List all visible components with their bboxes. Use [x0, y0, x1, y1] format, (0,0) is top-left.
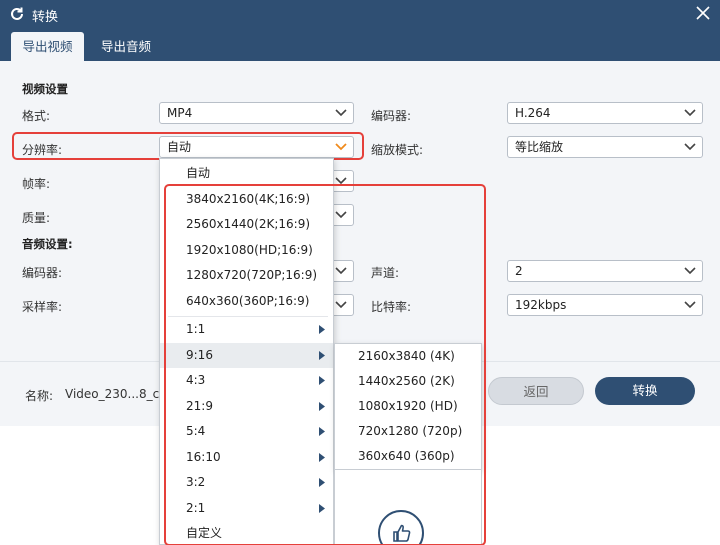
video-encoder-value: H.264 [515, 106, 551, 120]
chevron-down-icon [684, 301, 696, 309]
frame-rate-label: 帧率: [22, 177, 51, 191]
channel-value: 2 [515, 264, 523, 278]
format-select[interactable]: MP4 [159, 102, 354, 124]
chevron-down-icon [684, 267, 696, 275]
dropdown-item[interactable]: 640x360(360P;16:9) [160, 289, 333, 315]
convert-dialog: 转换 导出视频 导出音频 视频设置 格式: MP4 编码器: H.264 分辨率… [0, 0, 720, 545]
tab-export-audio[interactable]: 导出音频 [91, 32, 161, 61]
dropdown-ratio-item[interactable]: 21:9 [160, 394, 333, 420]
audio-settings-title: 音频设置: [22, 237, 73, 251]
window-title: 转换 [32, 10, 59, 25]
dropdown-item[interactable]: 1280x720(720P;16:9) [160, 263, 333, 289]
dropdown-ratio-item[interactable]: 3:2 [160, 470, 333, 496]
zoom-mode-label: 缩放模式: [371, 143, 424, 157]
back-button[interactable]: 返回 [488, 377, 584, 405]
name-value: Video_230...8_c [65, 387, 160, 401]
chevron-down-icon [684, 143, 696, 151]
dropdown-item[interactable]: 1920x1080(HD;16:9) [160, 238, 333, 264]
dropdown-item[interactable]: 3840x2160(4K;16:9) [160, 187, 333, 213]
dropdown-item[interactable]: 2560x1440(2K;16:9) [160, 212, 333, 238]
video-encoder-select[interactable]: H.264 [507, 102, 703, 124]
chevron-right-icon [319, 376, 325, 385]
title-bar: 转换 [0, 0, 720, 30]
ratio-label: 3:2 [186, 475, 206, 489]
quality-label: 质量: [22, 211, 51, 225]
chevron-right-icon [319, 478, 325, 487]
format-value: MP4 [167, 106, 193, 120]
chevron-right-icon [319, 350, 325, 360]
chevron-down-icon [335, 211, 347, 219]
submenu-item[interactable]: 1440x2560 (2K) [335, 369, 481, 394]
bitrate-select[interactable]: 192kbps [507, 294, 703, 316]
ratio-label: 1:1 [186, 322, 206, 336]
submenu-item[interactable]: 720x1280 (720p) [335, 419, 481, 444]
ratio-label: 9:16 [186, 347, 213, 362]
bitrate-label: 比特率: [371, 300, 412, 314]
resolution-dropdown: 自动 3840x2160(4K;16:9) 2560x1440(2K;16:9)… [159, 158, 334, 545]
chevron-down-icon [335, 301, 347, 309]
submenu-item[interactable]: 360x640 (360p) [335, 444, 481, 469]
chevron-right-icon [319, 325, 325, 334]
chevron-right-icon [319, 427, 325, 436]
video-settings-title: 视频设置 [22, 82, 68, 96]
chevron-down-icon [335, 267, 347, 275]
dropdown-ratio-item[interactable]: 9:16 [160, 342, 333, 368]
ratio-submenu: 2160x3840 (4K) 1440x2560 (2K) 1080x1920 … [334, 343, 482, 470]
ratio-label: 2:1 [186, 500, 206, 515]
dropdown-ratio-item[interactable]: 1:1 [160, 317, 333, 343]
resolution-select[interactable]: 自动 [159, 136, 354, 158]
chevron-down-icon [335, 177, 347, 185]
ratio-label: 16:10 [186, 449, 221, 464]
tab-export-video[interactable]: 导出视频 [11, 32, 84, 61]
chevron-right-icon [319, 452, 325, 462]
convert-button[interactable]: 转换 [595, 377, 695, 405]
video-encoder-label: 编码器: [371, 109, 412, 123]
dropdown-ratio-item[interactable]: 2:1 [160, 496, 333, 522]
submenu-item[interactable]: 1080x1920 (HD) [335, 394, 481, 419]
chevron-right-icon [319, 503, 325, 513]
channel-label: 声道: [371, 266, 400, 280]
dropdown-custom-item[interactable]: 自定义 [160, 521, 333, 545]
chevron-down-icon [335, 109, 347, 117]
name-label: 名称: [25, 389, 54, 403]
refresh-icon [11, 7, 23, 20]
resolution-value: 自动 [167, 140, 192, 154]
bitrate-value: 192kbps [515, 298, 567, 312]
thumbs-up-icon [393, 524, 411, 542]
zoom-mode-select[interactable]: 等比缩放 [507, 136, 703, 158]
dropdown-ratio-item[interactable]: 5:4 [160, 419, 333, 445]
sample-rate-label: 采样率: [22, 300, 63, 314]
tab-bar: 导出视频 导出音频 [0, 30, 720, 61]
zoom-mode-value: 等比缩放 [515, 140, 564, 154]
resolution-label: 分辨率: [22, 143, 63, 157]
dropdown-ratio-item[interactable]: 16:10 [160, 445, 333, 471]
audio-encoder-label: 编码器: [22, 266, 63, 280]
chevron-down-icon [684, 109, 696, 117]
chevron-down-icon [335, 143, 347, 151]
submenu-item[interactable]: 2160x3840 (4K) [335, 344, 481, 369]
ratio-label: 4:3 [186, 373, 206, 387]
dropdown-ratio-item[interactable]: 4:3 [160, 368, 333, 394]
channel-select[interactable]: 2 [507, 260, 703, 282]
format-label: 格式: [22, 109, 51, 123]
ratio-label: 5:4 [186, 424, 206, 438]
dropdown-item[interactable]: 自动 [160, 161, 333, 187]
close-icon[interactable] [694, 4, 712, 22]
chevron-right-icon [319, 401, 325, 411]
ratio-label: 21:9 [186, 398, 213, 413]
